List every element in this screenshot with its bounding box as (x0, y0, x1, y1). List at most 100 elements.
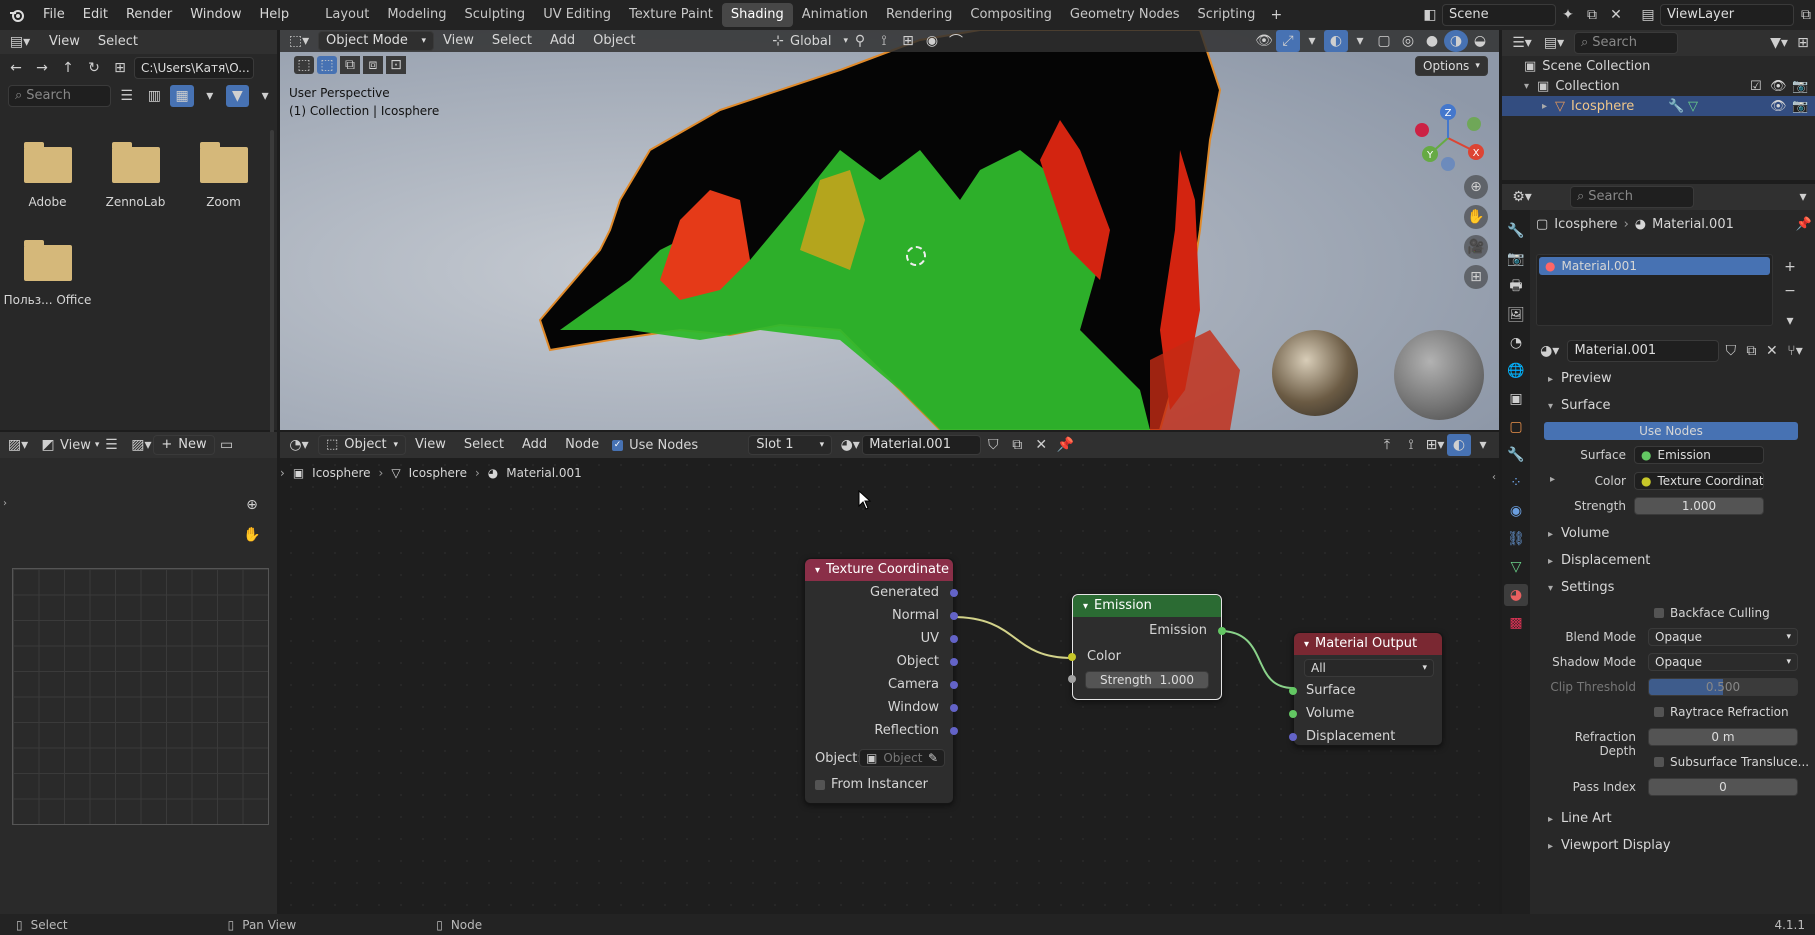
fb-scrollbar[interactable] (270, 130, 274, 450)
orientation-icon[interactable]: ⊹ (766, 30, 790, 52)
camera-icon[interactable]: 📷 (1792, 79, 1808, 94)
section-surface[interactable]: ▾ Surface (1536, 393, 1808, 419)
menu-render[interactable]: Render (117, 0, 181, 30)
filter-options-icon[interactable]: ▾ (253, 85, 277, 107)
raytrace-refraction-checkbox[interactable]: Raytrace Refraction (1654, 705, 1789, 719)
folder-adobe[interactable]: Adobe (10, 142, 85, 209)
new-collection-icon[interactable]: ⊞ (1791, 32, 1815, 54)
vp-menu-select[interactable]: Select (483, 30, 541, 52)
folder-zennolab[interactable]: ZennoLab (98, 142, 173, 209)
duplicate-material-icon[interactable]: ⧉ (1743, 340, 1759, 362)
object-mode-dropdown[interactable]: Object Mode ▾ (318, 31, 434, 51)
overlays-options-icon[interactable]: ▾ (1348, 30, 1372, 52)
tab-geometry-nodes[interactable]: Geometry Nodes (1061, 3, 1189, 27)
view-layer-tab-icon[interactable]: 🖼 (1504, 304, 1528, 326)
folder-office[interactable]: Польз... Office (0, 240, 95, 307)
image-canvas-grid[interactable] (12, 568, 269, 825)
snap-target-icon[interactable]: ⊞ (896, 30, 920, 52)
backface-culling-checkbox[interactable]: Backface Culling (1654, 606, 1770, 620)
scene-field[interactable]: Scene (1442, 4, 1556, 26)
section-volume[interactable]: ▸ Volume (1536, 521, 1808, 547)
tab-sculpting[interactable]: Sculpting (455, 3, 534, 27)
options-dropdown[interactable]: Options ▾ (1415, 56, 1488, 76)
pan-hand-icon[interactable]: ✋ (1464, 205, 1488, 229)
3d-cursor[interactable] (906, 246, 926, 266)
strength-node-slider[interactable]: Strength 1.000 (1085, 671, 1209, 689)
section-viewport-display[interactable]: ▸ Viewport Display (1536, 833, 1808, 859)
add-workspace-icon[interactable]: + (1264, 4, 1288, 26)
tool-tab-icon[interactable]: 🔧 (1504, 220, 1528, 242)
ie-menu-view[interactable]: View (60, 438, 91, 453)
select-subtract-icon[interactable]: ⧈ (363, 56, 383, 74)
new-folder-icon[interactable]: ⊞ (108, 57, 132, 79)
node-texture-coordinate[interactable]: ▾ Texture Coordinate Generated Normal UV … (804, 558, 958, 804)
node-header[interactable]: ▾ Texture Coordinate (805, 559, 953, 581)
tab-modeling[interactable]: Modeling (378, 3, 455, 27)
proportional-edit-icon[interactable]: ◉ (920, 30, 944, 52)
use-nodes-button[interactable]: Use Nodes (1544, 422, 1798, 440)
vp-menu-object[interactable]: Object (584, 30, 644, 52)
select-box-tool-icon[interactable]: ⬚ (294, 56, 314, 74)
color-input-field[interactable]: ● Texture Coordinate ... (1634, 472, 1764, 490)
add-slot-icon[interactable]: + (1780, 256, 1800, 278)
modifier-tab-icon[interactable]: 🔧 (1504, 444, 1528, 466)
tab-uv-editing[interactable]: UV Editing (534, 3, 620, 27)
navigation-gizmo[interactable]: X Y Z (1408, 98, 1488, 178)
node-header[interactable]: ▾ Emission (1073, 595, 1221, 617)
material-tab-icon[interactable]: ◕ (1504, 584, 1528, 606)
forward-icon[interactable]: → (30, 57, 54, 79)
node-header[interactable]: ▾ Material Output (1294, 633, 1442, 655)
pass-index-field[interactable]: 0 (1648, 778, 1798, 796)
viewport-3d[interactable]: ⬚▾ Object Mode ▾ View Select Add Object ⊹… (280, 30, 1499, 430)
hamburger-icon[interactable]: ☰ (99, 434, 123, 456)
output-tab-icon[interactable]: 🖶 (1504, 276, 1528, 298)
socket-normal[interactable] (950, 612, 958, 620)
xray-icon[interactable]: ▢ (1372, 30, 1396, 52)
image-browse-icon[interactable]: ▨▾ (129, 434, 153, 456)
render-tab-icon[interactable]: 📷 (1504, 248, 1528, 270)
constraints-tab-icon[interactable]: ⛓ (1504, 528, 1528, 550)
sidebar-toggle-right-icon[interactable]: ‹ (1492, 472, 1496, 483)
socket-generated[interactable] (950, 589, 958, 597)
clip-threshold-slider[interactable]: 0.500 (1648, 678, 1798, 696)
socket-uv[interactable] (950, 635, 958, 643)
outliner-row-icosphere[interactable]: ▸ ▽ Icosphere 🔧 ▽ 👁 📷 (1502, 96, 1815, 116)
shadow-mode-dropdown[interactable]: Opaque ▾ (1648, 653, 1798, 671)
tab-shading[interactable]: Shading (721, 3, 793, 27)
filter-icon[interactable]: ▼▾ (1767, 32, 1791, 54)
perspective-toggle-icon[interactable]: ⊞ (1464, 265, 1488, 289)
eyedropper-icon[interactable]: ✎ (928, 750, 938, 766)
output-target-dropdown[interactable]: All ▾ (1304, 659, 1434, 677)
falloff-icon[interactable]: ⌒ (944, 30, 968, 52)
texture-tab-icon[interactable]: ▩ (1504, 612, 1528, 634)
camera-view-icon[interactable]: 🎥 (1464, 235, 1488, 259)
subsurface-translucency-checkbox[interactable]: Subsurface Transluce... (1654, 755, 1809, 769)
socket-color-in[interactable] (1068, 653, 1076, 661)
strength-slider[interactable]: 1.000 (1634, 497, 1764, 515)
menu-file[interactable]: File (34, 0, 74, 30)
refresh-icon[interactable]: ↻ (82, 57, 106, 79)
editor-type-icon[interactable]: ▨▾ (0, 434, 36, 456)
new-image-button[interactable]: + New (153, 435, 215, 455)
view-layer-field[interactable]: ViewLayer (1660, 4, 1794, 26)
scene-selector-icon[interactable]: ◧ (1418, 4, 1442, 26)
editor-type-icon[interactable]: ☰▾ (1502, 32, 1542, 54)
socket-object[interactable] (950, 658, 958, 666)
gizmo-toggle-icon[interactable]: ⤢ (1276, 30, 1300, 52)
socket-camera[interactable] (950, 681, 958, 689)
expand-arrow-icon[interactable]: ▸ (1542, 101, 1547, 112)
view-layer-selector-icon[interactable]: ▤ (1636, 4, 1660, 26)
menu-help[interactable]: Help (251, 0, 299, 30)
socket-volume-in[interactable] (1289, 710, 1297, 718)
exclude-checkbox[interactable]: ☑ (1750, 79, 1762, 94)
section-line-art[interactable]: ▸ Line Art (1536, 806, 1808, 832)
thumbnails-icon[interactable]: ▦ (170, 85, 194, 107)
object-tab-icon[interactable]: ▢ (1504, 416, 1528, 438)
pivot-icon[interactable]: ⚲ (848, 30, 872, 52)
pin-icon[interactable]: 📌 (1796, 217, 1812, 232)
parent-dir-icon[interactable]: ↑ (56, 57, 80, 79)
collection-tab-icon[interactable]: ▣ (1504, 388, 1528, 410)
particles-tab-icon[interactable]: ⁘ (1504, 472, 1528, 494)
editor-type-icon[interactable]: ⬚▾ (280, 30, 318, 52)
from-instancer-checkbox[interactable]: From Instancer (815, 777, 928, 792)
